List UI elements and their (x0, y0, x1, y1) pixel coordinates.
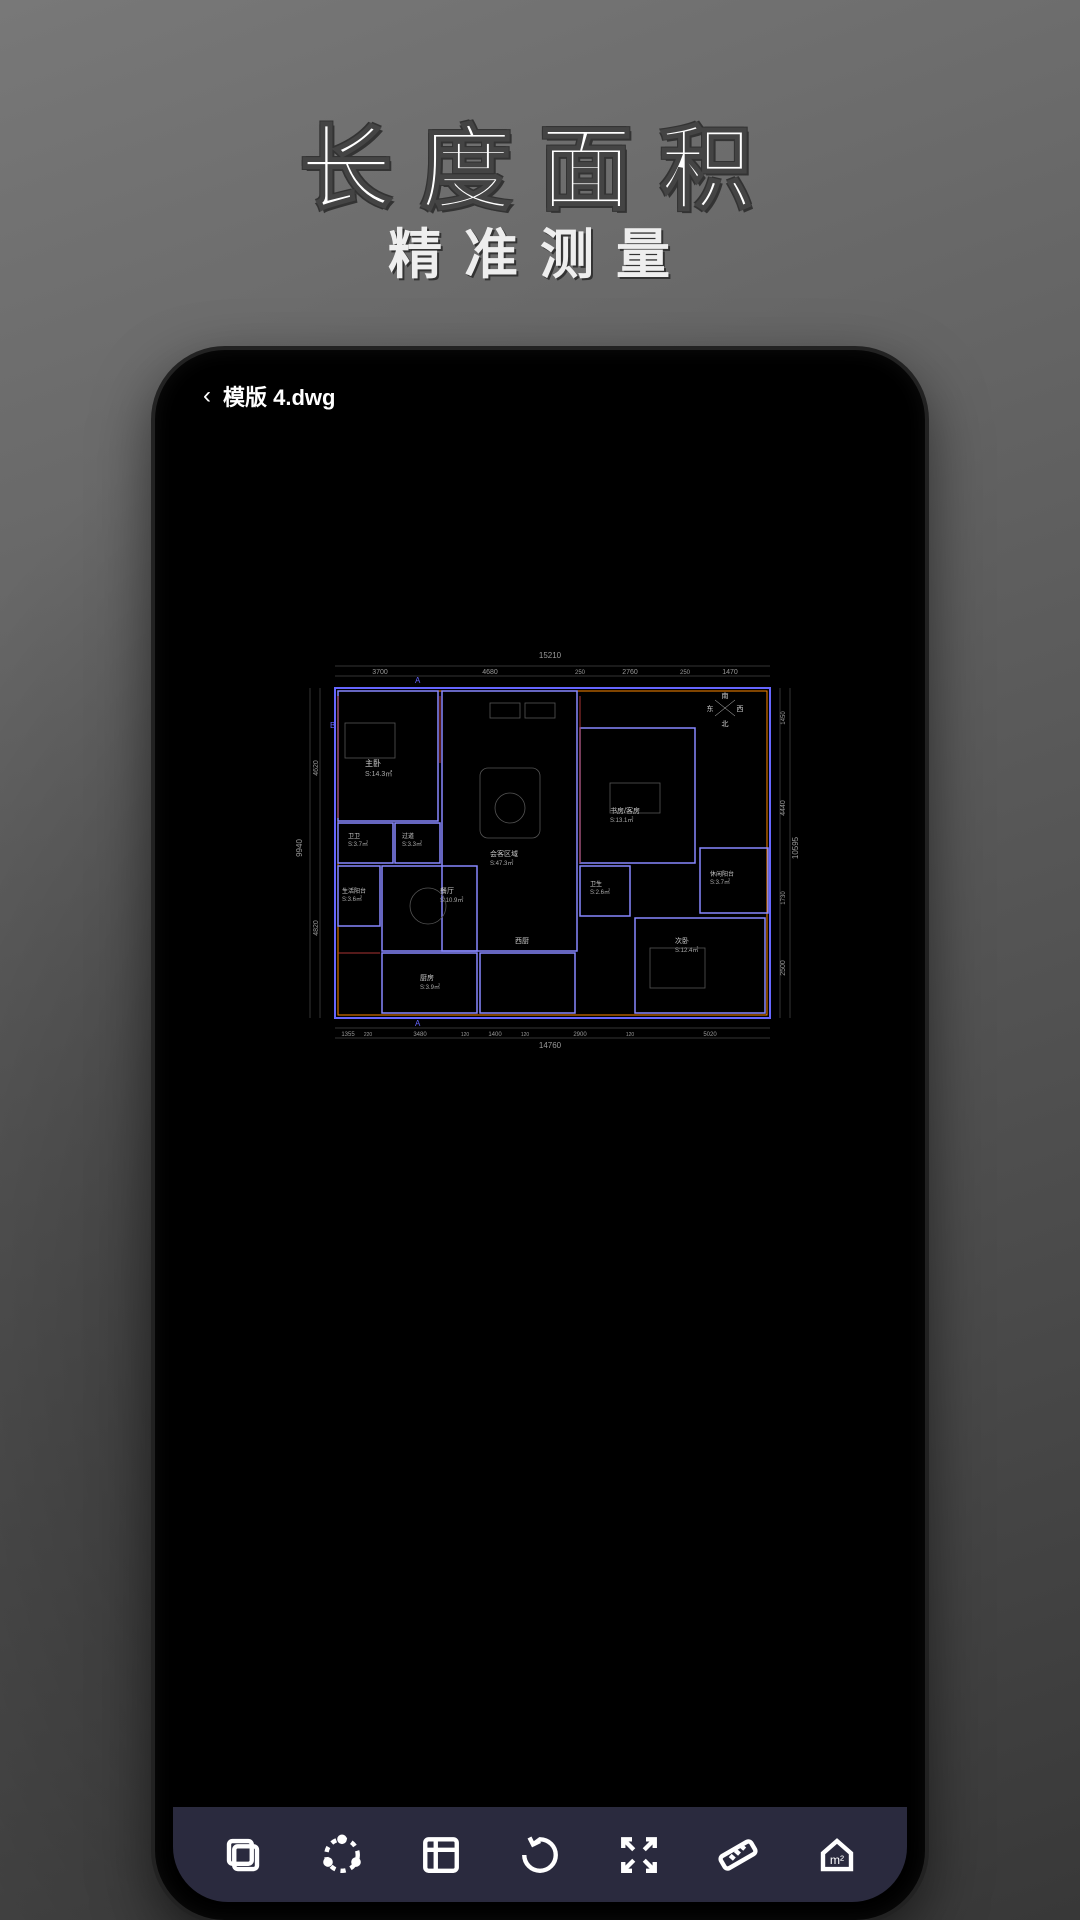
room-label-8: 卫生 (590, 880, 602, 888)
room-area-8: S:2.6㎡ (590, 888, 610, 896)
room-area-0: S:14.3㎡ (365, 770, 392, 778)
room-area-2: S:3.3㎡ (402, 840, 422, 848)
dim-right-1: 4440 (780, 800, 787, 816)
room-area-4: S:10.9㎡ (440, 896, 463, 904)
dim-top-2: 250 (575, 670, 586, 676)
dim-bottom-5: 120 (521, 1032, 530, 1038)
room-label-2: 过道 (402, 832, 414, 840)
dim-bottom-1: 220 (364, 1032, 373, 1038)
room-area-5: S:3.9㎡ (420, 983, 440, 991)
home-area-icon[interactable]: m² (816, 1834, 858, 1876)
expand-icon[interactable] (618, 1834, 660, 1876)
dim-right-total: 10595 (791, 836, 800, 859)
dim-left-0: 4620 (313, 760, 320, 776)
layout-icon[interactable] (420, 1834, 462, 1876)
section-marker: A (415, 676, 421, 685)
ruler-icon[interactable] (717, 1834, 759, 1876)
room-label-6: 会客区域 (490, 849, 518, 858)
room-label-7: 西厨 (515, 937, 529, 945)
file-name-label: 模版 4.dwg (223, 380, 335, 412)
room-label-4: 餐厅 (440, 886, 454, 895)
dim-bottom-4: 1400 (488, 1032, 502, 1038)
room-label-9: 书房/客房 (610, 806, 640, 815)
dim-top-5: 1470 (722, 669, 738, 676)
phone-mockup-frame: ‹ 模版 4.dwg 15210 3700 4680 25 (155, 350, 925, 1920)
room-area-6: S:47.3㎡ (490, 859, 513, 867)
dim-right-2: 1730 (781, 891, 787, 905)
dim-bottom-0: 1355 (341, 1032, 355, 1038)
promo-title-main: 长度面积 (300, 95, 780, 228)
dim-left-1: 4820 (313, 920, 320, 936)
compass-n: 北 (722, 720, 729, 728)
dim-bottom-total: 14760 (539, 1041, 562, 1050)
dim-top-0: 3700 (372, 669, 388, 676)
svg-text:m²: m² (830, 1852, 844, 1866)
dim-right-0: 1450 (781, 711, 787, 725)
dim-top-3: 2760 (622, 669, 638, 676)
room-area-3: S:3.6㎡ (342, 895, 362, 903)
circle-icon[interactable] (321, 1834, 363, 1876)
dim-bottom-7: 120 (626, 1032, 635, 1038)
room-label-10: 次卧 (675, 936, 689, 945)
room-label-1: 卫卫 (348, 833, 360, 840)
app-header: ‹ 模版 4.dwg (203, 380, 335, 412)
dim-top-1: 4680 (482, 669, 498, 676)
undo-icon[interactable] (519, 1834, 561, 1876)
dim-bottom-3: 120 (461, 1032, 470, 1038)
layers-icon[interactable] (222, 1834, 264, 1876)
dim-total-width: 15210 (539, 651, 562, 660)
compass-e: 东 (707, 704, 714, 713)
compass-s: 南 (722, 691, 729, 700)
phone-screen: ‹ 模版 4.dwg 15210 3700 4680 25 (173, 368, 907, 1902)
room-label-11: 休闲阳台 (710, 870, 734, 878)
room-area-1: S:3.7㎡ (348, 840, 368, 848)
dim-bottom-8: 5020 (703, 1032, 717, 1038)
promo-title-sub: 精准测量 (388, 210, 692, 289)
room-area-9: S:13.1㎡ (610, 816, 633, 824)
floorplan-canvas[interactable]: 15210 3700 4680 250 2760 250 1470 9940 4… (280, 648, 800, 1068)
dim-total-height: 9940 (295, 839, 304, 857)
back-icon[interactable]: ‹ (203, 382, 211, 410)
dim-bottom-6: 2900 (573, 1032, 587, 1038)
compass-w: 西 (737, 705, 744, 713)
section-marker: A (415, 1019, 421, 1028)
bottom-toolbar: m² (173, 1807, 907, 1902)
room-label-0: 主卧 (365, 758, 381, 768)
dim-top-4: 250 (680, 670, 691, 676)
room-label-5: 厨房 (420, 973, 434, 982)
room-area-10: S:12.4㎡ (675, 946, 698, 954)
room-label-3: 生活阳台 (342, 887, 366, 895)
room-area-11: S:3.7㎡ (710, 878, 730, 886)
dim-right-3: 2500 (780, 960, 787, 976)
section-marker: B (330, 721, 335, 730)
dim-bottom-2: 3480 (413, 1032, 427, 1038)
